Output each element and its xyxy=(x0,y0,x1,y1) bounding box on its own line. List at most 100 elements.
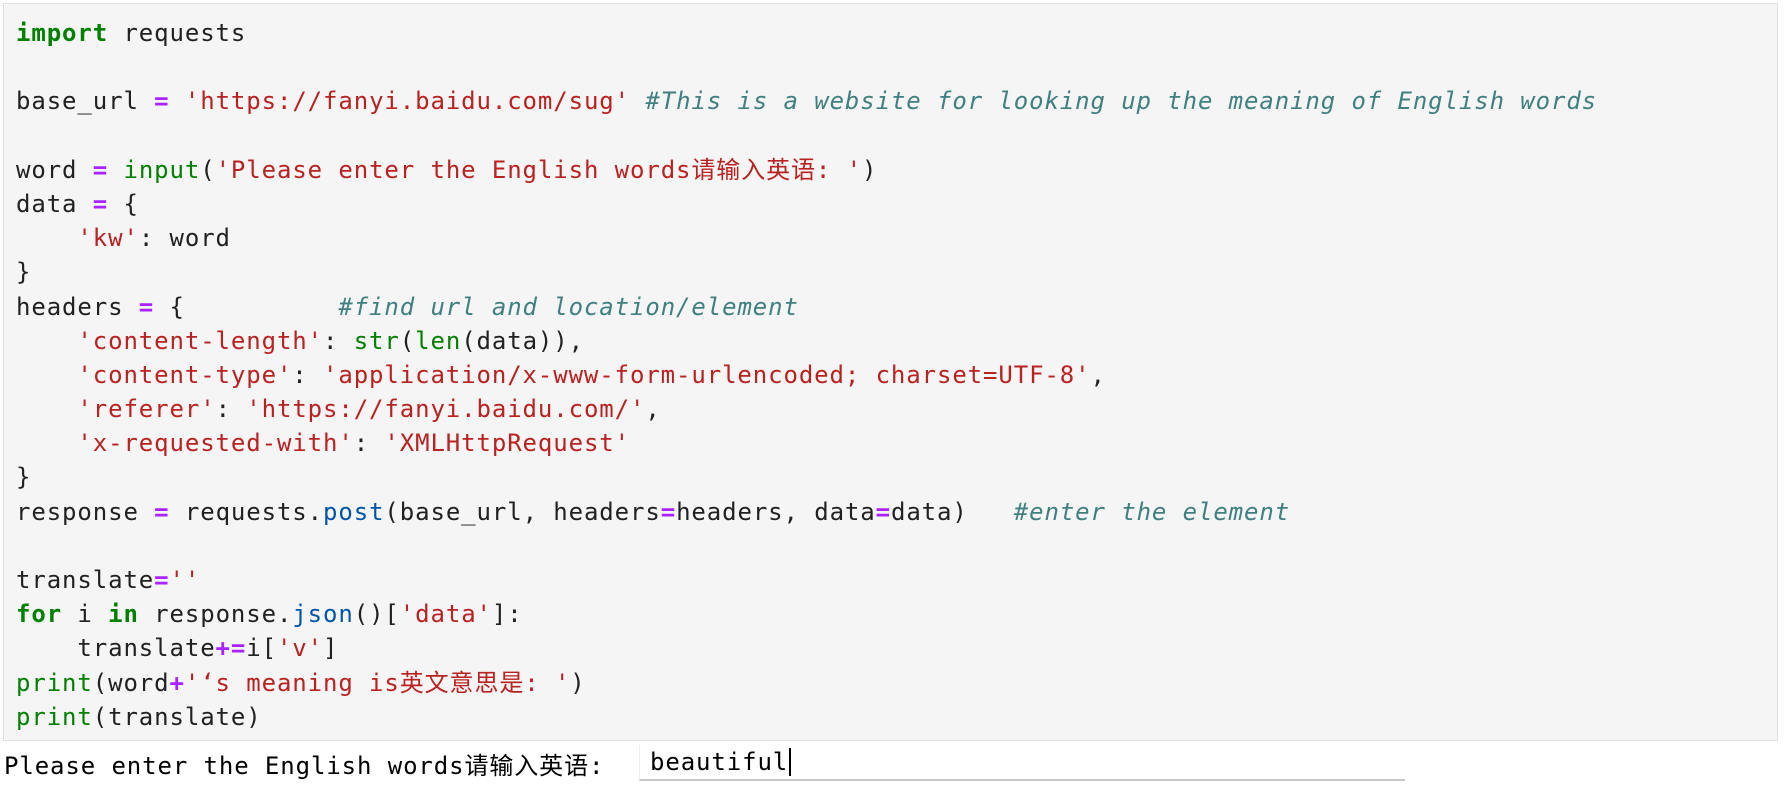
code-token: json xyxy=(292,600,354,629)
code-token: = xyxy=(660,497,677,526)
code-token: 'content-length' xyxy=(77,326,323,355)
code-token: base_url xyxy=(16,87,155,116)
code-token: 'data' xyxy=(399,600,492,629)
code-token: = xyxy=(875,497,891,526)
code-line: translate='' xyxy=(16,563,1597,597)
code-token: } xyxy=(16,463,32,492)
code-token: str xyxy=(353,326,400,355)
code-token: requests. xyxy=(169,497,324,526)
code-token: requests xyxy=(108,19,247,47)
code-token: print xyxy=(16,668,93,697)
code-token: print xyxy=(16,702,93,731)
code-line: headers = { #find url and location/eleme… xyxy=(16,290,1597,324)
code-line: word = input('Please enter the English w… xyxy=(16,153,1597,187)
code-token: (data)), xyxy=(461,326,584,355)
code-token: : word xyxy=(138,224,231,253)
code-token: i xyxy=(62,600,109,629)
code-token: ]: xyxy=(491,600,523,629)
code-cell[interactable]: import requests base_url = 'https://fany… xyxy=(3,3,1778,741)
code-token: = xyxy=(138,292,155,321)
code-token: 'Please enter the English words请输入英语: ' xyxy=(215,155,862,184)
code-line: 'content-length': str(len(data)), xyxy=(16,324,1597,358)
code-line: print(translate) xyxy=(16,700,1597,734)
code-token: 'referer' xyxy=(77,395,216,424)
code-token: 'content-type' xyxy=(77,360,293,389)
code-token: = xyxy=(154,566,170,594)
code-token: len xyxy=(415,326,462,355)
code-token: ) xyxy=(861,155,878,184)
code-token: 'https://fanyi.baidu.com/sug' xyxy=(184,87,631,116)
code-line: response = requests.post(base_url, heade… xyxy=(16,495,1597,529)
code-token: 'XMLHttpRequest' xyxy=(384,429,630,458)
text-caret xyxy=(789,748,792,776)
code-token: : xyxy=(292,360,323,389)
code-line: 'referer': 'https://fanyi.baidu.com/', xyxy=(16,392,1597,426)
code-token: = xyxy=(92,189,109,218)
code-token: (word xyxy=(92,668,170,697)
code-token: #enter the element xyxy=(1013,497,1291,526)
code-token: headers, data xyxy=(676,497,876,526)
stdin-input-field[interactable]: beautiful xyxy=(639,745,1405,781)
code-token: + xyxy=(169,668,185,697)
code-token: 'x-requested-with' xyxy=(77,429,354,458)
code-token: '' xyxy=(169,566,201,594)
input-prompt: Please enter the English words请输入英语: xyxy=(4,751,620,780)
code-token: 'application/x-www-form-urlencoded; char… xyxy=(323,360,1091,389)
code-token: = xyxy=(154,87,170,116)
code-token: ( xyxy=(200,155,216,184)
code-token: for xyxy=(16,600,63,629)
code-token: #find url and location/element xyxy=(338,292,799,321)
code-line: translate+=i['v'] xyxy=(16,631,1597,665)
code-token: (translate) xyxy=(92,702,262,731)
code-token: data) xyxy=(890,497,1014,526)
code-token: #This is a website for looking up the me… xyxy=(645,87,1598,116)
code-line: data = { xyxy=(16,187,1597,221)
code-token: post xyxy=(323,497,385,526)
code-token: = xyxy=(154,497,170,526)
code-token: { xyxy=(154,292,339,321)
code-token: translate xyxy=(16,634,216,663)
code-token: word xyxy=(16,155,93,184)
code-token: += xyxy=(215,634,247,663)
stdin-input-value: beautiful xyxy=(650,748,789,776)
code-token: = xyxy=(92,155,109,184)
code-token: i[ xyxy=(246,634,277,663)
code-token: (base_url, headers xyxy=(384,497,661,526)
code-token: response. xyxy=(138,600,293,629)
code-line: print(word+'‘s meaning is英文意思是: ') xyxy=(16,666,1597,700)
code-line: import requests xyxy=(16,16,1597,50)
code-token: headers xyxy=(16,292,139,321)
code-editor[interactable]: import requests base_url = 'https://fany… xyxy=(16,16,1597,734)
code-token: , xyxy=(1090,360,1106,389)
code-token: ) xyxy=(570,668,586,697)
code-token: data xyxy=(16,189,93,218)
code-line: } xyxy=(16,255,1597,289)
code-token: : xyxy=(215,395,247,424)
code-line: 'x-requested-with': 'XMLHttpRequest' xyxy=(16,426,1597,460)
code-token: : xyxy=(323,326,354,355)
code-token: } xyxy=(16,258,32,287)
code-token: response xyxy=(16,497,155,526)
code-token: input xyxy=(123,155,201,184)
code-token: import xyxy=(16,19,109,47)
code-token: { xyxy=(108,189,139,218)
code-line: for i in response.json()['data']: xyxy=(16,597,1597,631)
code-token: in xyxy=(108,600,139,629)
code-token: 'v' xyxy=(276,634,324,663)
code-token: ()[ xyxy=(353,600,400,629)
code-token: translate xyxy=(16,566,155,594)
code-line: base_url = 'https://fanyi.baidu.com/sug'… xyxy=(16,84,1597,118)
code-token: , xyxy=(645,395,661,424)
code-line: 'kw': word xyxy=(16,221,1597,255)
code-token: 'kw' xyxy=(77,224,139,253)
code-token: : xyxy=(353,429,385,458)
code-token: ] xyxy=(323,634,339,663)
